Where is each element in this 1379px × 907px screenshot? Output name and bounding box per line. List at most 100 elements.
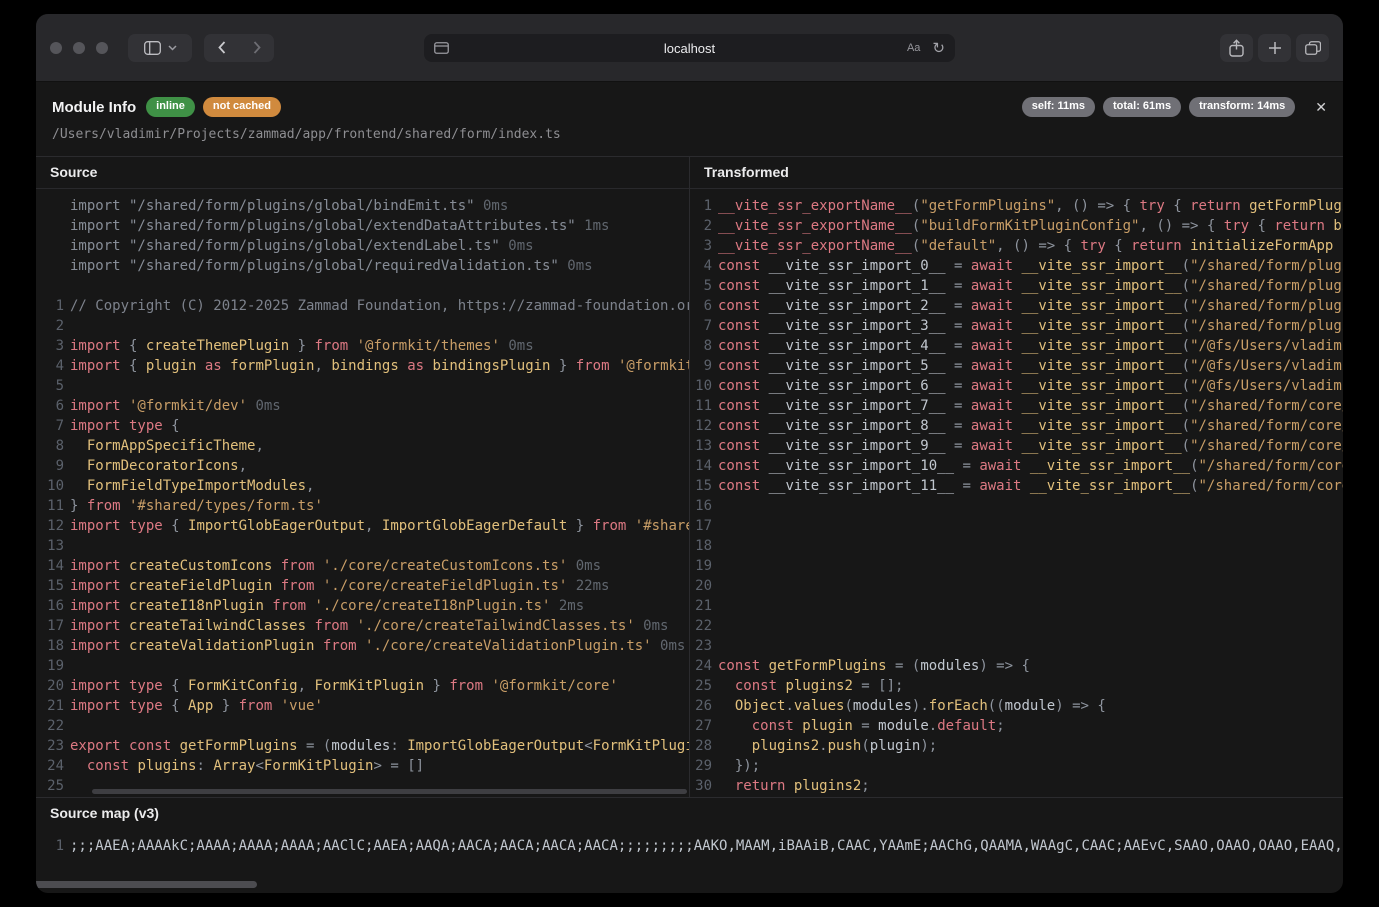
- line-number: 24: [36, 756, 64, 776]
- close-window-button[interactable]: [50, 42, 62, 54]
- line-number: 20: [690, 576, 712, 596]
- line-number: 28: [690, 736, 712, 756]
- line-number: 7: [690, 316, 712, 336]
- traffic-lights: [50, 42, 108, 54]
- code-line: 7const __vite_ssr_import_3__ = await __v…: [690, 316, 1343, 336]
- source-panel-title: Source: [36, 157, 689, 189]
- code-line: 22: [690, 616, 1343, 636]
- line-number: 13: [690, 436, 712, 456]
- total-time-badge: total: 61ms: [1103, 97, 1181, 117]
- line-number: 3: [36, 336, 64, 356]
- line-number: 12: [690, 416, 712, 436]
- close-button[interactable]: ✕: [1315, 99, 1327, 116]
- code-line: 3import { createThemePlugin } from '@for…: [36, 336, 689, 356]
- code-line: 15import createFieldPlugin from './core/…: [36, 576, 689, 596]
- share-icon: [1229, 39, 1244, 57]
- line-number: 15: [36, 576, 64, 596]
- code-line: 5const __vite_ssr_import_1__ = await __v…: [690, 276, 1343, 296]
- code-line: 7import type {: [36, 416, 689, 436]
- line-number: 8: [690, 336, 712, 356]
- sourcemap-title: Source map (v3): [36, 798, 1343, 829]
- code-line: 16: [690, 496, 1343, 516]
- code-line: 8 FormAppSpecificTheme,: [36, 436, 689, 456]
- transformed-panel-title: Transformed: [690, 157, 1343, 189]
- plus-icon: [1268, 41, 1282, 55]
- code-line: import "/shared/form/plugins/global/bind…: [36, 196, 689, 216]
- toolbar-right-actions: [1220, 34, 1329, 62]
- code-line: 23: [690, 636, 1343, 656]
- translate-icon[interactable]: Aa: [907, 42, 920, 54]
- code-line: 23export const getFormPlugins = (modules…: [36, 736, 689, 756]
- share-button[interactable]: [1220, 34, 1253, 62]
- code-line: import "/shared/form/plugins/global/exte…: [36, 216, 689, 236]
- minimize-window-button[interactable]: [73, 42, 85, 54]
- file-path: /Users/vladimir/Projects/zammad/app/fron…: [52, 127, 1327, 142]
- source-code[interactable]: import "/shared/form/plugins/global/bind…: [36, 189, 689, 797]
- code-line: 8const __vite_ssr_import_4__ = await __v…: [690, 336, 1343, 356]
- code-line: 5: [36, 376, 689, 396]
- line-number: 7: [36, 416, 64, 436]
- line-number: 23: [36, 736, 64, 756]
- line-number: 17: [36, 616, 64, 636]
- reload-button[interactable]: ↻: [932, 41, 945, 56]
- code-line: 18import createValidationPlugin from './…: [36, 636, 689, 656]
- line-number: 1: [690, 196, 712, 216]
- line-number: 9: [690, 356, 712, 376]
- code-line: 20: [690, 576, 1343, 596]
- line-number: 6: [690, 296, 712, 316]
- code-line: 17import createTailwindClasses from './c…: [36, 616, 689, 636]
- line-number: 23: [690, 636, 712, 656]
- new-tab-button[interactable]: [1258, 34, 1291, 62]
- code-line: 11const __vite_ssr_import_7__ = await __…: [690, 396, 1343, 416]
- code-line: 28 plugins2.push(plugin);: [690, 736, 1343, 756]
- line-number: 20: [36, 676, 64, 696]
- code-line: 11} from '#shared/types/form.ts': [36, 496, 689, 516]
- code-line: 2__vite_ssr_exportName__("buildFormKitPl…: [690, 216, 1343, 236]
- page-horizontal-scrollbar[interactable]: [36, 881, 257, 888]
- zoom-window-button[interactable]: [96, 42, 108, 54]
- line-number: 11: [36, 496, 64, 516]
- code-line: 12import type { ImportGlobEagerOutput, I…: [36, 516, 689, 536]
- sidebar-toggle-button[interactable]: [128, 34, 192, 62]
- line-number: 18: [36, 636, 64, 656]
- transformed-code[interactable]: 1__vite_ssr_exportName__("getFormPlugins…: [690, 189, 1343, 797]
- page-settings-icon[interactable]: [434, 42, 449, 54]
- line-number: 14: [690, 456, 712, 476]
- code-line: 21: [690, 596, 1343, 616]
- line-number: 9: [36, 456, 64, 476]
- line-number: 24: [690, 656, 712, 676]
- code-line: 16import createI18nPlugin from './core/c…: [36, 596, 689, 616]
- url-text: localhost: [504, 41, 875, 56]
- code-line: 14import createCustomIcons from './core/…: [36, 556, 689, 576]
- back-button[interactable]: [204, 34, 239, 62]
- code-line: 19: [36, 656, 689, 676]
- chevron-left-icon: [218, 41, 226, 54]
- code-line: 13: [36, 536, 689, 556]
- line-number: 19: [36, 656, 64, 676]
- chevron-down-icon: [168, 45, 177, 51]
- tabs-overview-button[interactable]: [1296, 34, 1329, 62]
- line-number: 21: [36, 696, 64, 716]
- line-number: [36, 216, 64, 236]
- line-number: 5: [36, 376, 64, 396]
- line-number: 11: [690, 396, 712, 416]
- code-line: 21import type { App } from 'vue': [36, 696, 689, 716]
- code-line: 1;;;AAEA;AAAAkC;AAAA;AAAA;AAAA;AAClC;AAE…: [36, 836, 1343, 856]
- code-line: 12const __vite_ssr_import_8__ = await __…: [690, 416, 1343, 436]
- code-line: 20import type { FormKitConfig, FormKitPl…: [36, 676, 689, 696]
- code-line: 9 FormDecoratorIcons,: [36, 456, 689, 476]
- transform-time-badge: transform: 14ms: [1189, 97, 1295, 117]
- line-number: 4: [36, 356, 64, 376]
- line-number: 4: [690, 256, 712, 276]
- code-line: 27 const plugin = module.default;: [690, 716, 1343, 736]
- source-horizontal-scrollbar[interactable]: [92, 789, 687, 794]
- forward-button[interactable]: [239, 34, 274, 62]
- code-line: 13const __vite_ssr_import_9__ = await __…: [690, 436, 1343, 456]
- line-number: 13: [36, 536, 64, 556]
- url-bar[interactable]: localhost Aa ↻: [424, 34, 955, 62]
- code-line: 25 const plugins2 = [];: [690, 676, 1343, 696]
- self-time-badge: self: 11ms: [1022, 97, 1095, 117]
- line-number: 5: [690, 276, 712, 296]
- line-number: [36, 276, 64, 296]
- code-line: 24 const plugins: Array<FormKitPlugin> =…: [36, 756, 689, 776]
